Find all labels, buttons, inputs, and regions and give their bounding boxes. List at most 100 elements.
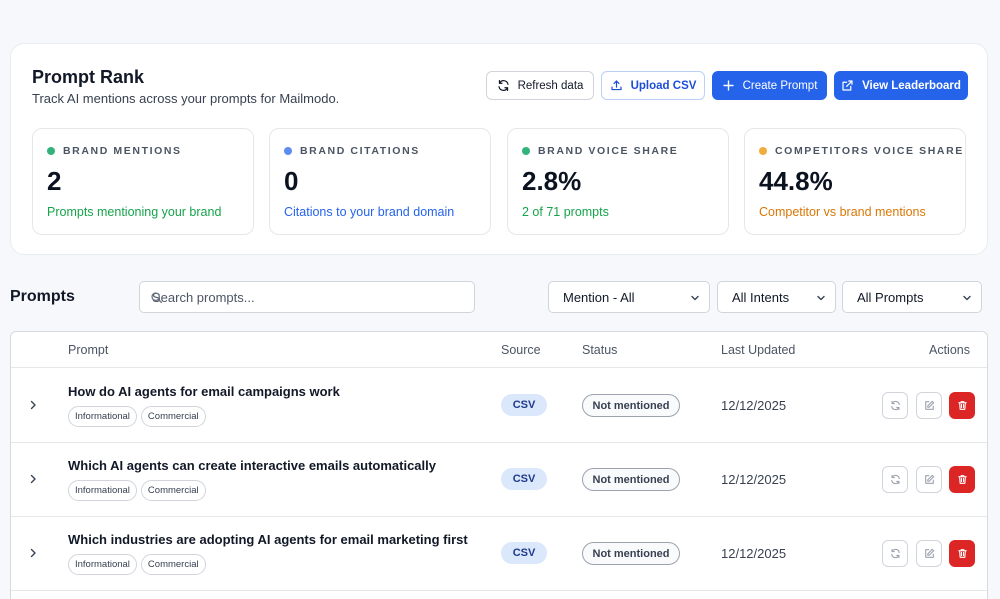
status-badge: Not mentioned	[582, 542, 680, 565]
prompt-rank-header-card: Prompt Rank Track AI mentions across you…	[10, 43, 988, 255]
search-box	[139, 281, 475, 313]
intent-tag: Commercial	[140, 406, 206, 427]
source-badge: CSV	[501, 542, 547, 564]
prompts-filter-select[interactable]: All Prompts	[842, 281, 982, 313]
stat-description: Prompts mentioning your brand	[47, 205, 222, 219]
column-header-last-updated: Last Updated	[721, 343, 796, 357]
view-leaderboard-label: View Leaderboard	[862, 79, 961, 92]
edit-icon	[924, 474, 934, 484]
stat-description: 2 of 71 prompts	[522, 205, 609, 219]
intent-tag: Informational	[68, 554, 137, 575]
mention-filter-select[interactable]: Mention - All	[548, 281, 710, 313]
chevron-right-icon[interactable]	[28, 547, 38, 559]
prompt-text: How do AI agents for email campaigns wor…	[68, 384, 340, 399]
trash-icon	[957, 401, 967, 410]
stat-card-brand-mentions: BRAND MENTIONS 2 Prompts mentioning your…	[32, 128, 254, 235]
stat-label: COMPETITORS VOICE SHARE	[775, 145, 964, 157]
trash-icon	[957, 549, 967, 558]
stat-label: BRAND MENTIONS	[63, 145, 182, 157]
status-badge: Not mentioned	[582, 394, 680, 417]
status-dot-icon	[522, 147, 530, 155]
edit-button[interactable]	[916, 540, 942, 567]
column-header-status: Status	[582, 343, 618, 357]
sync-button[interactable]	[882, 540, 908, 567]
sync-icon	[890, 548, 900, 559]
intent-tags: Informational Commercial	[68, 480, 206, 501]
intent-tag: Commercial	[140, 554, 206, 575]
stat-description: Competitor vs brand mentions	[759, 205, 926, 219]
sync-button[interactable]	[882, 392, 908, 419]
table-row: Which AI agents can create interactive e…	[11, 443, 987, 517]
table-row: Which industries are adopting AI agents …	[11, 517, 987, 591]
chevron-down-icon	[963, 295, 971, 301]
status-badge: Not mentioned	[582, 468, 680, 491]
mention-filter-value: Mention - All	[563, 289, 635, 305]
stat-card-brand-voice-share: BRAND VOICE SHARE 2.8% 2 of 71 prompts	[507, 128, 729, 235]
prompts-section-title: Prompts	[10, 288, 75, 305]
page-subtitle: Track AI mentions across your prompts fo…	[32, 91, 340, 106]
prompt-text: Which AI agents can create interactive e…	[68, 458, 436, 473]
stat-card-competitors-voice-share: COMPETITORS VOICE SHARE 44.8% Competitor…	[744, 128, 966, 235]
sync-icon	[890, 474, 900, 485]
intent-tag: Informational	[68, 406, 137, 427]
external-link-icon	[842, 80, 853, 91]
table-header: Prompt Source Status Last Updated Action…	[11, 332, 987, 368]
source-badge: CSV	[501, 394, 547, 416]
refresh-data-button[interactable]: Refresh data	[486, 71, 594, 100]
status-dot-icon	[284, 147, 292, 155]
intent-tag: Commercial	[140, 480, 206, 501]
chevron-down-icon	[691, 295, 699, 301]
page-title: Prompt Rank	[32, 67, 145, 87]
column-header-actions: Actions	[929, 343, 970, 357]
stat-value: 2.8%	[522, 166, 582, 196]
edit-icon	[924, 548, 934, 558]
delete-button[interactable]	[949, 466, 975, 493]
intent-filter-value: All Intents	[732, 289, 790, 305]
column-header-source: Source	[501, 343, 541, 357]
plus-icon	[722, 80, 734, 91]
prompt-text: Which industries are adopting AI agents …	[68, 532, 468, 547]
chevron-right-icon[interactable]	[28, 473, 38, 485]
chevron-right-icon[interactable]	[28, 399, 38, 411]
source-badge: CSV	[501, 468, 547, 490]
upload-icon	[611, 80, 622, 91]
prompts-filter-value: All Prompts	[857, 289, 924, 305]
upload-csv-label: Upload CSV	[630, 79, 697, 92]
chevron-down-icon	[817, 295, 825, 301]
delete-button[interactable]	[949, 392, 975, 419]
stat-value: 2	[47, 166, 62, 196]
trash-icon	[957, 475, 967, 484]
intent-tags: Informational Commercial	[68, 554, 206, 575]
prompts-table: Prompt Source Status Last Updated Action…	[10, 331, 988, 599]
refresh-data-label: Refresh data	[517, 79, 584, 92]
status-dot-icon	[47, 147, 55, 155]
delete-button[interactable]	[949, 540, 975, 567]
refresh-icon	[497, 80, 509, 91]
intent-tag: Informational	[68, 480, 137, 501]
stat-label: BRAND CITATIONS	[300, 145, 420, 157]
last-updated-date: 12/12/2025	[721, 472, 787, 487]
view-leaderboard-button[interactable]: View Leaderboard	[834, 71, 968, 100]
sync-icon	[890, 400, 900, 411]
intent-filter-select[interactable]: All Intents	[717, 281, 836, 313]
stat-description: Citations to your brand domain	[284, 205, 455, 219]
last-updated-date: 12/12/2025	[721, 546, 787, 561]
stat-value: 44.8%	[759, 166, 833, 196]
status-dot-icon	[759, 147, 767, 155]
edit-button[interactable]	[916, 466, 942, 493]
stat-label: BRAND VOICE SHARE	[538, 145, 679, 157]
stat-value: 0	[284, 166, 299, 196]
edit-button[interactable]	[916, 392, 942, 419]
edit-icon	[924, 400, 934, 410]
stat-card-brand-citations: BRAND CITATIONS 0 Citations to your bran…	[269, 128, 491, 235]
intent-tags: Informational Commercial	[68, 406, 206, 427]
sync-button[interactable]	[882, 466, 908, 493]
upload-csv-button[interactable]: Upload CSV	[601, 71, 705, 100]
create-prompt-button[interactable]: Create Prompt	[712, 71, 827, 100]
table-row: How do AI agents for email campaigns wor…	[11, 369, 987, 443]
column-header-prompt: Prompt	[68, 343, 109, 357]
search-icon	[151, 292, 163, 304]
last-updated-date: 12/12/2025	[721, 398, 787, 413]
create-prompt-label: Create Prompt	[742, 79, 818, 92]
search-input[interactable]	[152, 282, 470, 312]
